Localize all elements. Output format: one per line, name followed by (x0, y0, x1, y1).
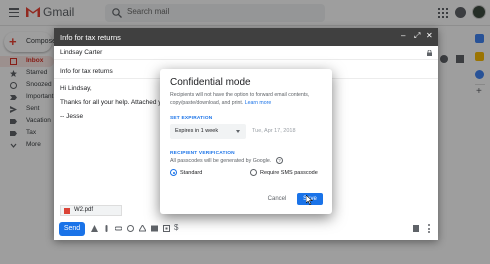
cancel-button[interactable]: Cancel (263, 193, 291, 205)
dropdown-caret-icon (236, 130, 240, 133)
attachment-chip[interactable]: W2.pdf (60, 205, 122, 216)
signature[interactable]: -- Jesse (60, 113, 83, 120)
confidential-icon[interactable] (163, 225, 170, 232)
close-icon[interactable]: ✕ (426, 31, 433, 40)
link-icon[interactable] (115, 225, 122, 232)
signature-icon[interactable]: $ (174, 223, 178, 232)
expiration-value: Expires in 1 week (175, 128, 219, 134)
description-text: Recipients will not have the option to f… (170, 92, 310, 106)
subject-text[interactable]: Info for tax returns (60, 68, 113, 75)
more-options-icon[interactable] (428, 224, 430, 233)
confidential-mode-dialog: Confidential mode Recipients will not ha… (160, 69, 332, 214)
radio-standard[interactable] (170, 169, 177, 176)
compose-header[interactable]: Info for tax returns – ⤢ ✕ (54, 28, 438, 46)
expiration-dropdown[interactable]: Expires in 1 week (170, 124, 246, 139)
recipient-verification-heading: RECIPIENT VERIFICATION (170, 151, 235, 156)
emoji-icon[interactable] (127, 225, 134, 232)
send-button[interactable]: Send (59, 222, 85, 236)
dialog-title: Confidential mode (170, 77, 251, 88)
help-icon[interactable]: ? (276, 157, 283, 164)
pdf-icon (64, 208, 70, 214)
dialog-description: Recipients will not have the option to f… (170, 92, 326, 107)
attach-icon[interactable] (103, 225, 110, 232)
expand-icon[interactable]: ⤢ (414, 31, 420, 41)
radio-sms-label[interactable]: Require SMS passcode (260, 170, 318, 176)
set-expiration-heading: SET EXPIRATION (170, 116, 213, 121)
to-field[interactable]: Lindsay Carter (54, 46, 438, 60)
drive-icon[interactable] (139, 225, 146, 232)
trash-icon[interactable] (413, 225, 419, 232)
photo-icon[interactable] (151, 225, 158, 232)
radio-standard-label[interactable]: Standard (180, 170, 202, 176)
radio-sms-passcode[interactable] (250, 169, 257, 176)
format-icon[interactable] (91, 225, 98, 232)
passcode-note: All passcodes will be generated by Googl… (170, 158, 272, 164)
compose-toolbar: Send $ (54, 220, 438, 240)
attachment-name: W2.pdf (74, 207, 94, 213)
expiration-date: Tue, Apr 17, 2018 (252, 128, 296, 134)
compose-title: Info for tax returns (60, 33, 121, 42)
recipient[interactable]: Lindsay Carter (60, 49, 102, 56)
minimize-icon[interactable]: – (401, 31, 405, 40)
lock-icon (427, 50, 432, 56)
body-line[interactable]: Hi Lindsay, (60, 85, 92, 92)
learn-more-link[interactable]: Learn more (245, 100, 272, 106)
mouse-pointer-icon (306, 195, 313, 205)
